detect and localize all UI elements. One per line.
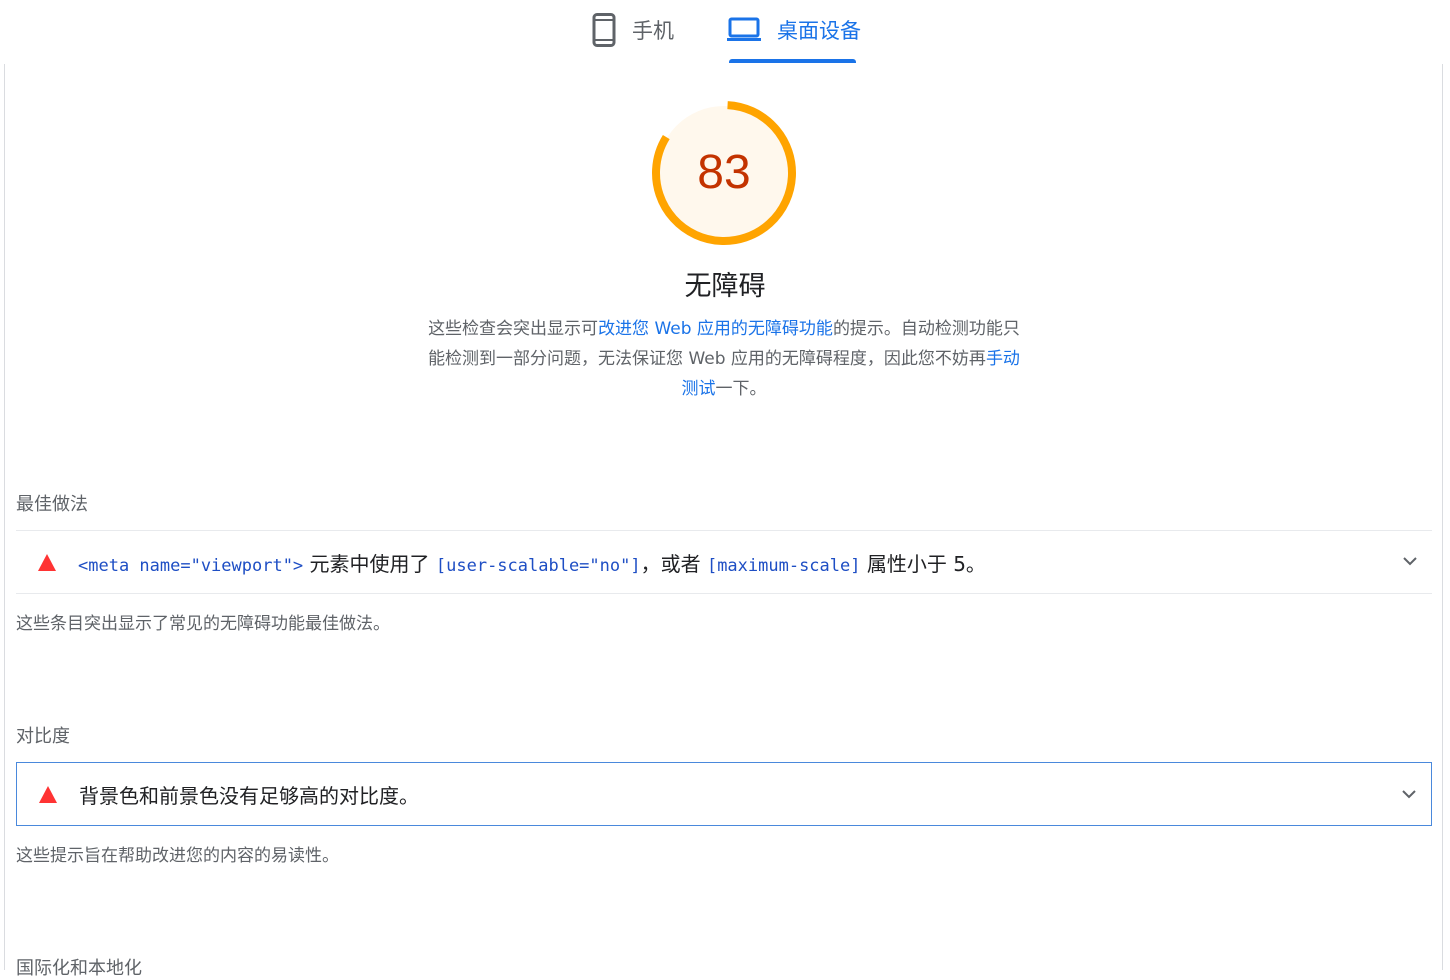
category-description: 这些检查会突出显示可改进您 Web 应用的无障碍功能的提示。自动检测功能只能检测… <box>424 314 1024 404</box>
audit-title: 背景色和前景色没有足够高的对比度。 <box>79 783 419 808</box>
audit-text-part: 元素中使用了 <box>303 551 436 576</box>
accessibility-doc-link[interactable]: 改进您 Web 应用的无障碍功能 <box>598 319 833 339</box>
phone-icon <box>592 13 616 47</box>
content-frame-right-border <box>1442 64 1443 970</box>
group-description-contrast: 这些提示旨在帮助改进您的内容的易读性。 <box>16 846 339 866</box>
category-title: 无障碍 <box>684 271 766 302</box>
group-title-i18n: 国际化和本地化 <box>16 958 142 979</box>
content-frame-left-border <box>4 64 5 970</box>
fail-triangle-icon <box>39 785 57 803</box>
audit-text-part: ，或者 <box>640 551 707 576</box>
audit-meta-viewport[interactable]: <meta name="viewport"> 元素中使用了 [user-scal… <box>16 531 1432 593</box>
tab-mobile-label: 手机 <box>632 19 674 43</box>
code-user-scalable: [user-scalable="no"] <box>435 555 641 576</box>
active-tab-indicator <box>729 59 856 63</box>
audit-text-part: 属性小于 5。 <box>860 551 986 576</box>
code-maximum-scale: [maximum-scale] <box>706 555 861 576</box>
fail-triangle-icon <box>38 553 56 571</box>
tab-desktop-label: 桌面设备 <box>777 19 861 43</box>
laptop-icon <box>727 17 761 43</box>
desc-text-1: 这些检查会突出显示可 <box>428 319 599 339</box>
tab-mobile[interactable]: 手机 <box>592 0 674 60</box>
chevron-down-icon[interactable] <box>1401 786 1417 802</box>
audit-title: <meta name="viewport"> 元素中使用了 [user-scal… <box>78 548 986 577</box>
group-description-best-practices: 这些条目突出显示了常见的无障碍功能最佳做法。 <box>16 614 390 634</box>
audit-color-contrast[interactable]: 背景色和前景色没有足够高的对比度。 <box>16 762 1432 826</box>
chevron-down-icon[interactable] <box>1402 553 1418 569</box>
device-tabbar: 手机 桌面设备 <box>0 0 1450 64</box>
desc-text-3: 一下。 <box>715 379 767 399</box>
group-title-best-practices: 最佳做法 <box>16 494 88 515</box>
divider <box>16 593 1432 594</box>
score-value: 83 <box>697 146 751 199</box>
group-title-contrast: 对比度 <box>16 726 70 747</box>
code-meta-viewport: <meta name="viewport"> <box>78 555 304 576</box>
tab-desktop[interactable]: 桌面设备 <box>727 0 861 60</box>
